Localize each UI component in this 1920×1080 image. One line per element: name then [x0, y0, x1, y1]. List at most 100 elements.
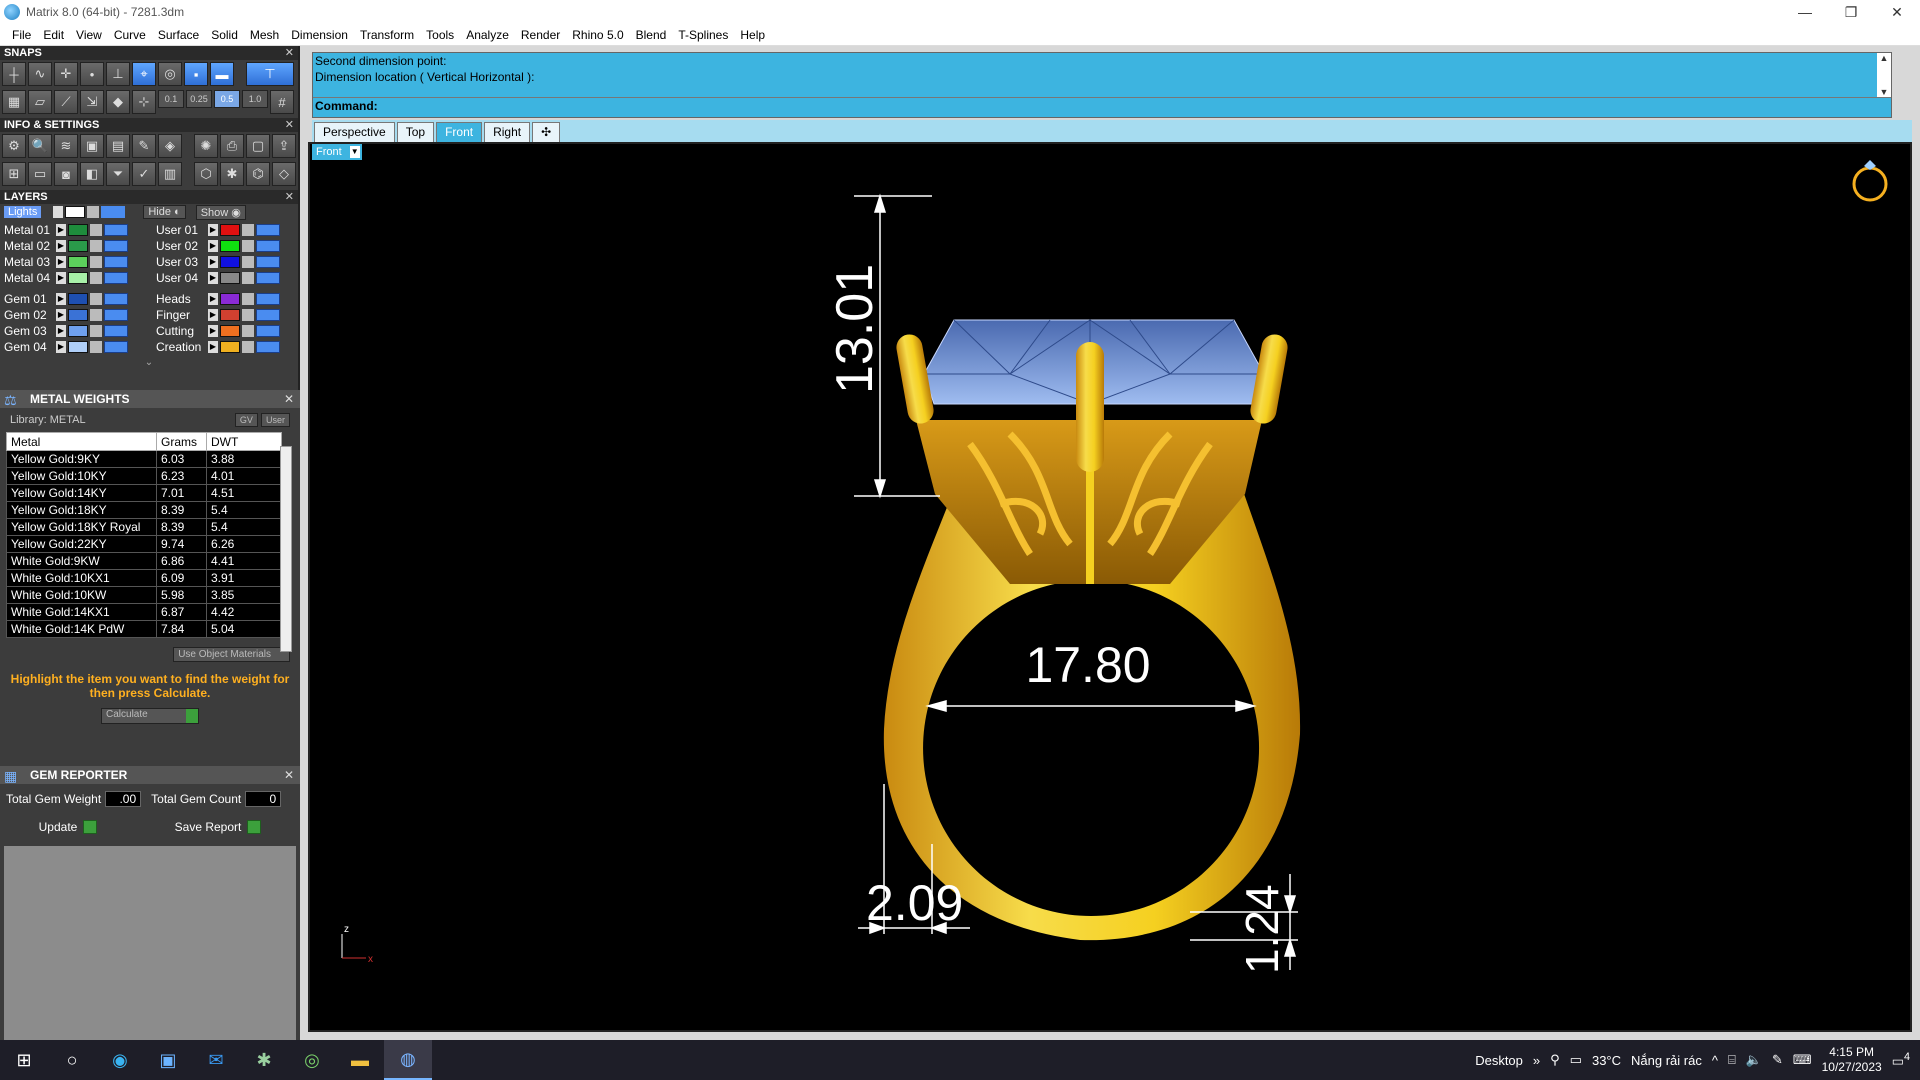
lock-icon[interactable]: [242, 308, 254, 321]
visibility-toggle[interactable]: [256, 324, 280, 337]
column-header-metal[interactable]: Metal: [6, 432, 157, 451]
print-icon[interactable]: ⎙: [220, 134, 244, 158]
update-button[interactable]: Update: [39, 820, 98, 834]
gem-tool-icon[interactable]: ◇: [272, 162, 296, 186]
user-toggle[interactable]: User: [260, 413, 290, 427]
windows-start-icon[interactable]: ⊞: [0, 1040, 48, 1080]
menu-tsplines[interactable]: T-Splines: [672, 28, 734, 42]
table-row[interactable]: Yellow Gold:10KY 6.23 4.01: [6, 467, 282, 485]
column-header-grams[interactable]: Grams: [156, 432, 207, 451]
layer-arrow-icon[interactable]: ▶: [208, 239, 218, 252]
mid-snap-icon[interactable]: ⊥: [106, 62, 130, 86]
notifications-icon[interactable]: ▭4: [1892, 1051, 1910, 1069]
layer-color-swatch[interactable]: [220, 340, 240, 353]
menu-file[interactable]: File: [6, 28, 37, 42]
table-row[interactable]: Yellow Gold:9KY 6.03 3.88: [6, 450, 282, 468]
table-row[interactable]: Yellow Gold:18KY Royal 8.39 5.4: [6, 518, 282, 536]
layer-arrow-icon[interactable]: ▶: [208, 271, 218, 284]
layer-color-swatch[interactable]: [220, 271, 240, 284]
layer-color-swatch[interactable]: [220, 239, 240, 252]
lock-icon[interactable]: [90, 292, 102, 305]
layer-name[interactable]: Heads: [156, 292, 208, 306]
use-object-materials-toggle[interactable]: Use Object Materials: [173, 647, 290, 662]
menu-surface[interactable]: Surface: [152, 28, 205, 42]
layer-row[interactable]: Creation ▶: [156, 339, 302, 354]
layer-name[interactable]: Metal 03: [4, 255, 56, 269]
layer-color-swatch[interactable]: [68, 292, 88, 305]
layer-arrow-icon[interactable]: ▶: [56, 308, 66, 321]
layer-row[interactable]: Cutting ▶: [156, 323, 302, 338]
app-icon-green[interactable]: ◎: [288, 1040, 336, 1080]
close-button[interactable]: ✕: [1874, 0, 1920, 24]
point-snap-icon[interactable]: •: [80, 62, 104, 86]
layer-row[interactable]: Gem 04 ▶: [4, 339, 150, 354]
layer-color-swatch[interactable]: [220, 308, 240, 321]
metal-table-scrollbar[interactable]: [280, 446, 292, 652]
layer-arrow-icon[interactable]: ▶: [56, 292, 66, 305]
visibility-toggle[interactable]: [104, 308, 128, 321]
layer-name[interactable]: Finger: [156, 308, 208, 322]
chevron-up-icon[interactable]: ▲: [1880, 53, 1889, 63]
minimize-button[interactable]: —: [1782, 0, 1828, 24]
settings-icon[interactable]: ⚙: [2, 134, 26, 158]
grid-icon[interactable]: ▦: [2, 90, 26, 114]
menu-mesh[interactable]: Mesh: [244, 28, 285, 42]
column-header-dwt[interactable]: DWT: [206, 432, 282, 451]
lock-icon[interactable]: [242, 223, 254, 236]
lock-icon[interactable]: [242, 239, 254, 252]
gv-toggle[interactable]: GV: [234, 413, 258, 427]
layer-name[interactable]: User 03: [156, 255, 208, 269]
table-row[interactable]: White Gold:9KW 6.86 4.41: [6, 552, 282, 570]
layer-name[interactable]: Metal 02: [4, 239, 56, 253]
layer-row[interactable]: Metal 03 ▶: [4, 254, 150, 269]
mesh-icon[interactable]: ⬡: [194, 162, 218, 186]
lock-icon[interactable]: [90, 324, 102, 337]
layer-arrow-icon[interactable]: ▶: [208, 255, 218, 268]
menu-help[interactable]: Help: [734, 28, 771, 42]
increment-1-0[interactable]: 1.0: [242, 90, 268, 108]
layer-row[interactable]: Finger ▶: [156, 307, 302, 322]
close-icon[interactable]: ✕: [285, 46, 294, 60]
layer-name[interactable]: Metal 01: [4, 223, 56, 237]
object-props-icon[interactable]: ▣: [80, 134, 104, 158]
layer-arrow-icon[interactable]: ▶: [208, 223, 218, 236]
visibility-toggle[interactable]: [256, 271, 280, 284]
layer-row[interactable]: Metal 02 ▶: [4, 238, 150, 253]
tab-right[interactable]: Right: [484, 122, 531, 142]
table-row[interactable]: Yellow Gold:14KY 7.01 4.51: [6, 484, 282, 502]
visibility-toggle[interactable]: [104, 271, 128, 284]
hide-button[interactable]: Hide ◐: [143, 205, 186, 219]
visibility-toggle[interactable]: [104, 340, 128, 353]
file-explorer-icon[interactable]: ▬: [336, 1040, 384, 1080]
layer-name[interactable]: Gem 02: [4, 308, 56, 322]
tab-perspective[interactable]: Perspective: [314, 122, 395, 142]
restore-button[interactable]: ❐: [1828, 0, 1874, 24]
mail-icon[interactable]: ✉: [192, 1040, 240, 1080]
curve-snap-icon[interactable]: ∿: [28, 62, 52, 86]
table-row[interactable]: White Gold:14K PdW 7.84 5.04: [6, 620, 282, 638]
materials-icon[interactable]: ◈: [158, 134, 182, 158]
edit-icon[interactable]: ✎: [132, 134, 156, 158]
expand-toolbar-icon[interactable]: »: [1533, 1053, 1540, 1068]
lock-icon[interactable]: [242, 271, 254, 284]
cplane-icon[interactable]: ⊹: [132, 90, 156, 114]
visibility-toggle[interactable]: [104, 324, 128, 337]
matrix-taskbar-icon[interactable]: ◍: [384, 1040, 432, 1080]
tab-top[interactable]: Top: [396, 122, 435, 142]
render-icon[interactable]: ✺: [194, 134, 218, 158]
layer-color-swatch[interactable]: [220, 223, 240, 236]
visibility-toggle[interactable]: [256, 239, 280, 252]
layer-color-swatch[interactable]: [68, 255, 88, 268]
table-row[interactable]: White Gold:14KX1 6.87 4.42: [6, 603, 282, 621]
clipboard-icon[interactable]: ▥: [158, 162, 182, 186]
layer-arrow-icon[interactable]: ▶: [208, 340, 218, 353]
document-icon[interactable]: ▤: [106, 134, 130, 158]
menu-edit[interactable]: Edit: [37, 28, 70, 42]
menu-analyze[interactable]: Analyze: [460, 28, 515, 42]
app-icon-rhino[interactable]: ✱: [240, 1040, 288, 1080]
smart-track-icon[interactable]: ⟋: [54, 90, 78, 114]
export-icon[interactable]: ⇪: [272, 134, 296, 158]
weather-temp[interactable]: 33°C: [1592, 1053, 1621, 1068]
end-snap-icon[interactable]: ✛: [54, 62, 78, 86]
menu-blend[interactable]: Blend: [630, 28, 673, 42]
